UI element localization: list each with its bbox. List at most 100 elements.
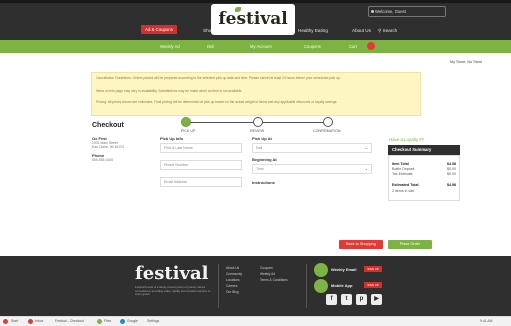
os-taskbar: Start Inbox Festival - Checkout Files Go… [0, 316, 511, 326]
footer-divider [306, 264, 307, 308]
taskbar-item-start[interactable]: Start [11, 319, 18, 323]
account-label: Welcome, Guest [375, 9, 406, 14]
festival-logo[interactable]: festival [211, 4, 295, 35]
tax-value: $0.00 [447, 172, 456, 176]
beginning-at-label: Beginning At [252, 157, 277, 162]
pickup-time-select[interactable]: Time ⌄ [252, 164, 372, 174]
taskbar-item-inbox[interactable]: Inbox [35, 319, 43, 323]
notice-line-1: Cancellation Guidelines: Orders placed w… [96, 76, 341, 80]
pickup-location-select[interactable]: Deli ⌄ [252, 143, 372, 153]
step-confirmation-label: CONFIRMATION [313, 129, 341, 133]
user-icon [371, 10, 374, 13]
footer-link-community[interactable]: Community [226, 272, 242, 276]
app-signup-button[interactable]: SIGN UP [364, 282, 382, 288]
pickup-email-field[interactable]: Email Address [160, 177, 242, 187]
page-title: Checkout [92, 122, 124, 129]
mail-icon [28, 319, 33, 324]
pickup-time-value: Time [256, 167, 264, 171]
nav-about-us[interactable]: About Us [352, 28, 371, 33]
start-icon[interactable] [3, 319, 8, 324]
account-button[interactable]: Welcome, Guest [368, 6, 446, 17]
chevron-down-icon: ⌄ [364, 145, 368, 150]
pickup-location-value: Deli [256, 146, 263, 150]
place-order-button[interactable]: Place Order [388, 240, 432, 249]
search-label: Search [382, 28, 398, 33]
footer-link-blog[interactable]: Our Blog [226, 290, 239, 294]
loyalty-link[interactable]: Have a Loyalty #? [389, 137, 424, 142]
step-review-label: REVIEW [250, 129, 265, 133]
subnav-my-account[interactable]: My Account [250, 44, 272, 49]
app-badge-icon [314, 279, 328, 293]
taskbar-clock: 9:41 AM [480, 319, 493, 323]
weekly-email-label: Weekly Email [331, 267, 357, 272]
estimated-total-value: $4.98 [447, 183, 456, 187]
checkout-summary: Item Total $4.98 Bottle Deposit $0.00 Ta… [388, 155, 460, 201]
pickup-at-label: Pick Up At [252, 136, 272, 141]
step-pickup-label: PICK UP [181, 129, 196, 133]
logo-text: festival [218, 9, 288, 29]
ad-coupons-button[interactable]: Ad & Coupons [141, 25, 177, 34]
leaf-icon [235, 7, 241, 12]
pickup-name-placeholder: First & Last Name [164, 146, 193, 150]
item-total-value: $4.98 [447, 162, 456, 166]
footer-link-about[interactable]: About Us [226, 266, 239, 270]
step-review-marker [253, 117, 263, 127]
nav-healthy-eating[interactable]: Healthy Eating [298, 28, 328, 33]
subnav-cart[interactable]: Cart [349, 44, 357, 49]
subnav-deli[interactable]: Deli [207, 44, 214, 49]
pickup-info-label: Pick Up Info [160, 136, 184, 141]
header-edge [0, 0, 511, 3]
item-total-label: Item Total [392, 162, 409, 166]
browser-icon [120, 319, 125, 324]
step-pickup-marker [181, 117, 191, 127]
step-confirmation-marker [323, 117, 333, 127]
email-badge-icon [314, 263, 328, 277]
items-count: 2 items in cart [392, 189, 415, 193]
email-signup-button[interactable]: SIGN UP [364, 266, 382, 272]
nav-search[interactable]: ⚲ Search [378, 28, 397, 34]
mobile-app-label: Mobile App [331, 283, 353, 288]
pickup-email-placeholder: Email Address [164, 180, 187, 184]
twitter-icon[interactable]: t [341, 294, 352, 305]
taskbar-item-google[interactable]: Google [127, 319, 138, 323]
taskbar-item-festival[interactable]: Festival - Checkout [55, 319, 84, 323]
phone-value: 555-555-0100 [92, 158, 114, 162]
footer-link-careers[interactable]: Careers [226, 284, 237, 288]
pickup-phone-field[interactable]: Phone Number [160, 160, 242, 170]
footer-logo[interactable]: festival [135, 263, 208, 284]
taskbar-item-files[interactable]: Files [104, 319, 111, 323]
footer-link-weekly-ad[interactable]: Weekly Ad [260, 272, 275, 276]
sub-navigation: Weekly Ad Deli My Account Coupons Cart [0, 40, 511, 53]
estimated-total-label: Estimated Total [392, 183, 419, 187]
site-header: Ad & Coupons Shop Exclusive Offers Healt… [0, 0, 511, 40]
checkout-notice: Cancellation Guidelines: Orders placed w… [91, 72, 421, 116]
site-footer: festival Festival Foods is a family-owne… [0, 256, 511, 316]
taskbar-item-settings[interactable]: Settings [147, 319, 159, 323]
chevron-down-icon: ⌄ [364, 166, 368, 171]
cart-count-badge[interactable] [367, 42, 375, 50]
footer-link-terms[interactable]: Terms & Conditions [260, 278, 288, 282]
subnav-coupons[interactable]: Coupons [304, 44, 321, 49]
pickup-phone-placeholder: Phone Number [164, 163, 189, 167]
subnav-weekly-ad[interactable]: Weekly Ad [160, 44, 180, 49]
facebook-icon[interactable]: f [326, 294, 337, 305]
notice-line-2: Items on this page may vary in availabil… [96, 89, 243, 93]
search-icon: ⚲ [378, 28, 382, 33]
pinterest-icon[interactable]: p [356, 294, 367, 305]
footer-link-locations[interactable]: Locations [226, 278, 240, 282]
youtube-icon[interactable]: ▶ [371, 294, 382, 305]
footer-divider [218, 264, 219, 308]
folder-icon [97, 319, 102, 324]
tax-label: Tax Estimate [392, 172, 413, 176]
store-address-line-2: Eau Claire, WI 54701 [92, 145, 125, 149]
summary-title: Checkout Summary [388, 145, 460, 155]
deposit-value: $0.00 [447, 167, 456, 171]
footer-link-coupons[interactable]: Coupons [260, 266, 273, 270]
footer-description: Festival Foods is a family-owned group o… [135, 285, 211, 297]
notice-line-3: Pricing: All prices shown are estimates.… [96, 100, 338, 104]
back-to-shopping-button[interactable]: Back to Shopping [339, 240, 383, 249]
store-info[interactable]: My Store: No Store [450, 60, 482, 64]
instructions-label: Instructions [252, 180, 275, 185]
pickup-name-field[interactable]: First & Last Name [160, 143, 242, 153]
deposit-label: Bottle Deposit [392, 167, 415, 171]
